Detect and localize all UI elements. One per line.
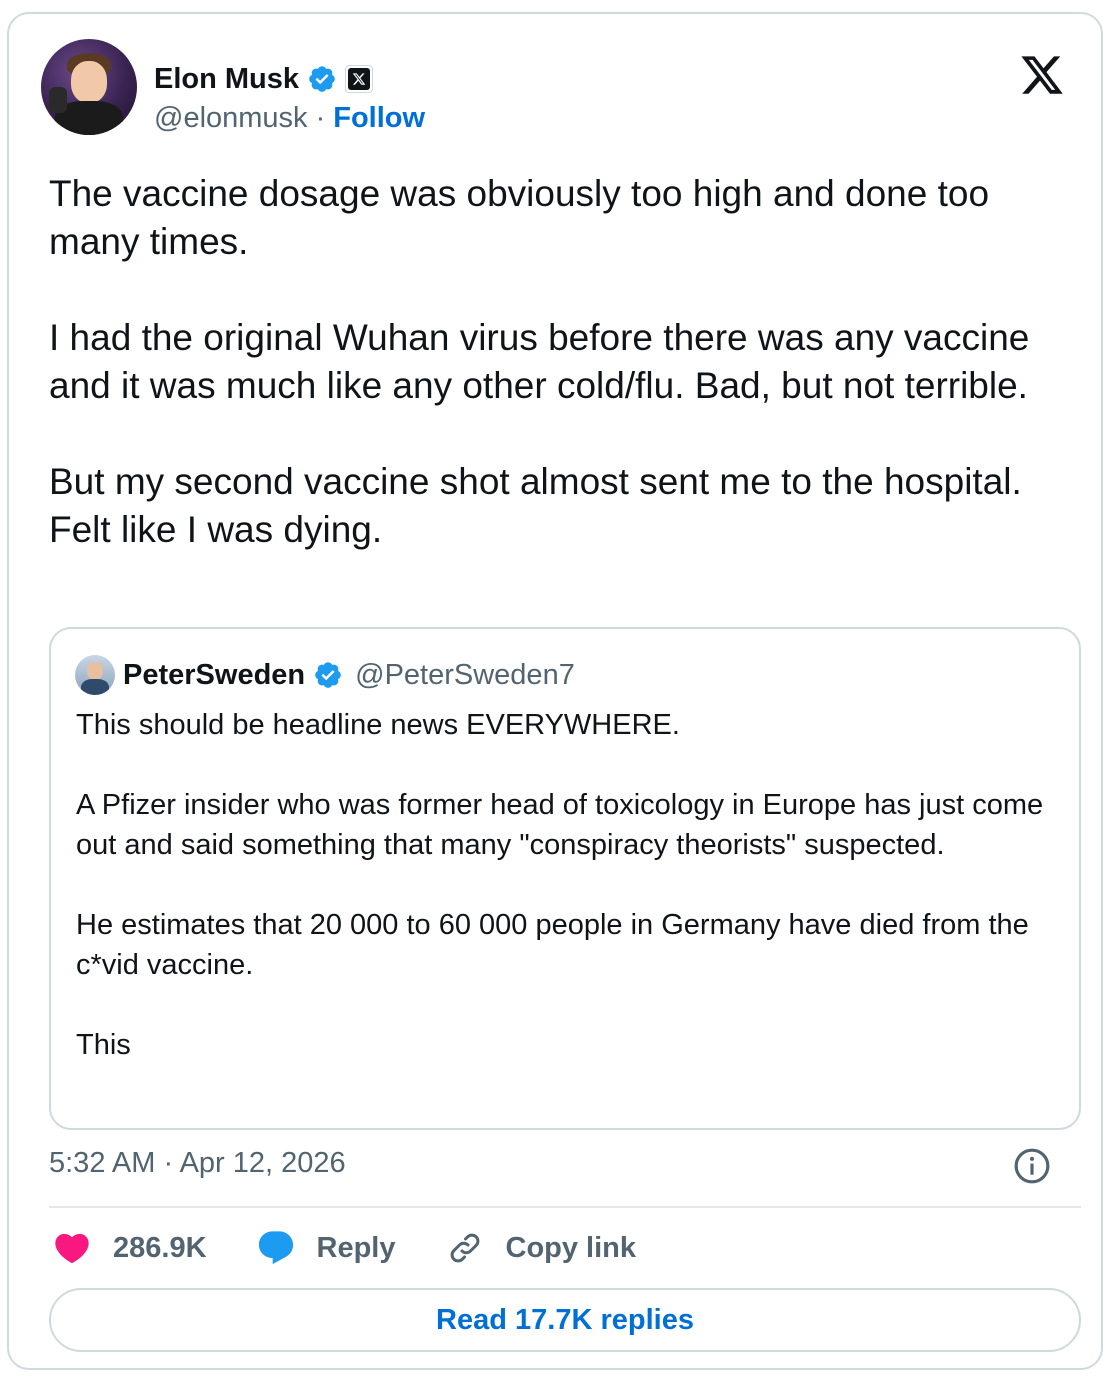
quoted-tweet[interactable]: PeterSweden @PeterSweden7 This should be… [49,627,1081,1130]
author-name-row: Elon Musk [154,59,374,99]
verified-badge-icon [309,66,335,92]
tweet-card: Elon Musk @elonmusk · Follow The vaccine… [7,12,1103,1370]
quoted-author-avatar [75,655,115,695]
info-icon[interactable] [1013,1147,1051,1185]
author-avatar[interactable] [41,39,137,135]
reply-label: Reply [316,1231,396,1264]
reply-button[interactable]: Reply [253,1228,396,1268]
verified-badge-icon [315,662,341,688]
follow-button[interactable]: Follow [333,102,425,135]
handle-separator: · [315,102,326,134]
link-icon [450,1233,479,1263]
author-name[interactable]: Elon Musk [154,63,299,96]
tweet-timestamp[interactable]: 5:32 AM · Apr 12, 2026 [49,1147,346,1180]
x-logo-icon[interactable] [1019,52,1065,98]
quoted-author-name: PeterSweden [123,658,306,691]
heart-icon [55,1233,89,1264]
x-affiliate-icon [345,65,374,93]
quoted-author-handle: @PeterSweden7 [355,658,575,691]
reply-bubble-icon [258,1231,293,1265]
quoted-tweet-text: This should be headline news EVERYWHERE.… [76,709,1044,1061]
tweet-text: The vaccine dosage was obviously too hig… [49,173,1030,550]
copy-link-label: Copy link [505,1231,637,1264]
divider [49,1206,1081,1208]
author-handle[interactable]: @elonmusk [154,102,308,135]
like-count: 286.9K [113,1231,207,1264]
copy-link-button[interactable]: Copy link [442,1228,637,1268]
action-bar: 286.9K Reply Copy link [49,1224,682,1272]
like-button[interactable]: 286.9K [49,1228,207,1268]
read-replies-button[interactable]: Read 17.7K replies [49,1288,1081,1352]
author-handle-row: @elonmusk · Follow [154,102,425,135]
quoted-tweet-header: PeterSweden @PeterSweden7 [75,653,575,697]
